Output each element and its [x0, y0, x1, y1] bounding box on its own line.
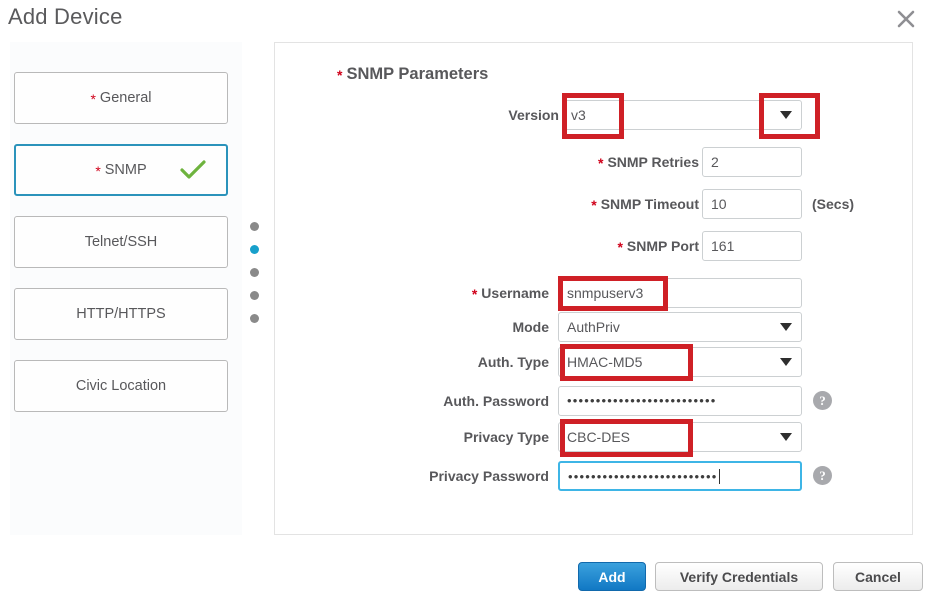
chevron-down-icon: [780, 323, 792, 331]
help-icon[interactable]: ?: [813, 391, 832, 410]
form-row-privacy-password: Privacy Password •••••••••••••••••••••••…: [0, 461, 931, 491]
mode-value: AuthPriv: [567, 319, 620, 335]
snmp-timeout-input[interactable]: 10: [702, 189, 802, 219]
privacy-type-label: Privacy Type: [463, 429, 549, 445]
chevron-down-icon: [780, 111, 792, 119]
mode-label: Mode: [512, 319, 549, 335]
help-icon[interactable]: ?: [813, 466, 832, 485]
required-star: *: [597, 155, 604, 171]
form-row-privacy-type: Privacy Type CBC-DES: [0, 422, 931, 452]
version-value: v3: [571, 107, 586, 123]
version-label: Version: [508, 107, 559, 123]
auth-password-input[interactable]: ••••••••••••••••••••••••••: [558, 386, 802, 416]
chevron-down-icon: [780, 433, 792, 441]
chevron-down-icon: [780, 358, 792, 366]
text-cursor: [718, 469, 720, 484]
required-star: *: [617, 239, 623, 255]
auth-type-value: HMAC-MD5: [567, 354, 643, 370]
required-star: *: [337, 67, 343, 83]
form-row-auth-type: Auth. Type HMAC-MD5: [0, 347, 931, 377]
required-star: *: [591, 197, 597, 213]
username-input[interactable]: snmpuserv3: [558, 278, 802, 308]
privacy-password-value: ••••••••••••••••••••••••••: [568, 469, 718, 484]
privacy-password-label: Privacy Password: [429, 468, 549, 484]
auth-password-label: Auth. Password: [443, 393, 549, 409]
snmp-timeout-label: * SNMP Timeout: [591, 196, 699, 213]
form-row-auth-password: Auth. Password •••••••••••••••••••••••••…: [0, 386, 931, 416]
snmp-timeout-units: (Secs): [812, 196, 855, 212]
form-row-snmp-port: * SNMP Port 161: [0, 231, 931, 261]
cancel-button[interactable]: Cancel: [833, 562, 923, 591]
close-icon[interactable]: [891, 4, 921, 34]
auth-type-label: Auth. Type: [477, 354, 549, 370]
snmp-retries-label: * SNMP Retries: [597, 154, 699, 171]
form-row-mode: Mode AuthPriv: [0, 312, 931, 342]
required-star: *: [471, 286, 478, 302]
mode-select[interactable]: AuthPriv: [558, 312, 802, 342]
auth-type-select[interactable]: HMAC-MD5: [558, 347, 802, 377]
username-label: * Username: [471, 285, 549, 302]
form-row-username: * Username snmpuserv3: [0, 278, 931, 308]
add-button[interactable]: Add: [578, 562, 646, 591]
privacy-type-value: CBC-DES: [567, 429, 631, 445]
snmp-port-label: * SNMP Port: [617, 238, 699, 255]
snmp-port-input[interactable]: 161: [702, 231, 802, 261]
snmp-retries-input[interactable]: 2: [702, 147, 802, 177]
form-row-snmp-timeout: * SNMP Timeout 10 (Secs): [0, 189, 931, 219]
page-title: Add Device: [8, 4, 123, 29]
verify-credentials-button[interactable]: Verify Credentials: [655, 562, 823, 591]
step-dot[interactable]: [250, 222, 259, 231]
privacy-password-input[interactable]: ••••••••••••••••••••••••••: [558, 461, 802, 491]
privacy-type-select[interactable]: CBC-DES: [558, 422, 802, 452]
section-title: * SNMP Parameters: [337, 65, 488, 84]
form-row-snmp-retries: * SNMP Retries 2: [0, 147, 931, 177]
form-row-version: Version v3: [0, 100, 931, 130]
version-select[interactable]: v3: [562, 100, 802, 130]
step-dot[interactable]: [250, 268, 259, 277]
section-title-label: SNMP Parameters: [346, 65, 489, 83]
